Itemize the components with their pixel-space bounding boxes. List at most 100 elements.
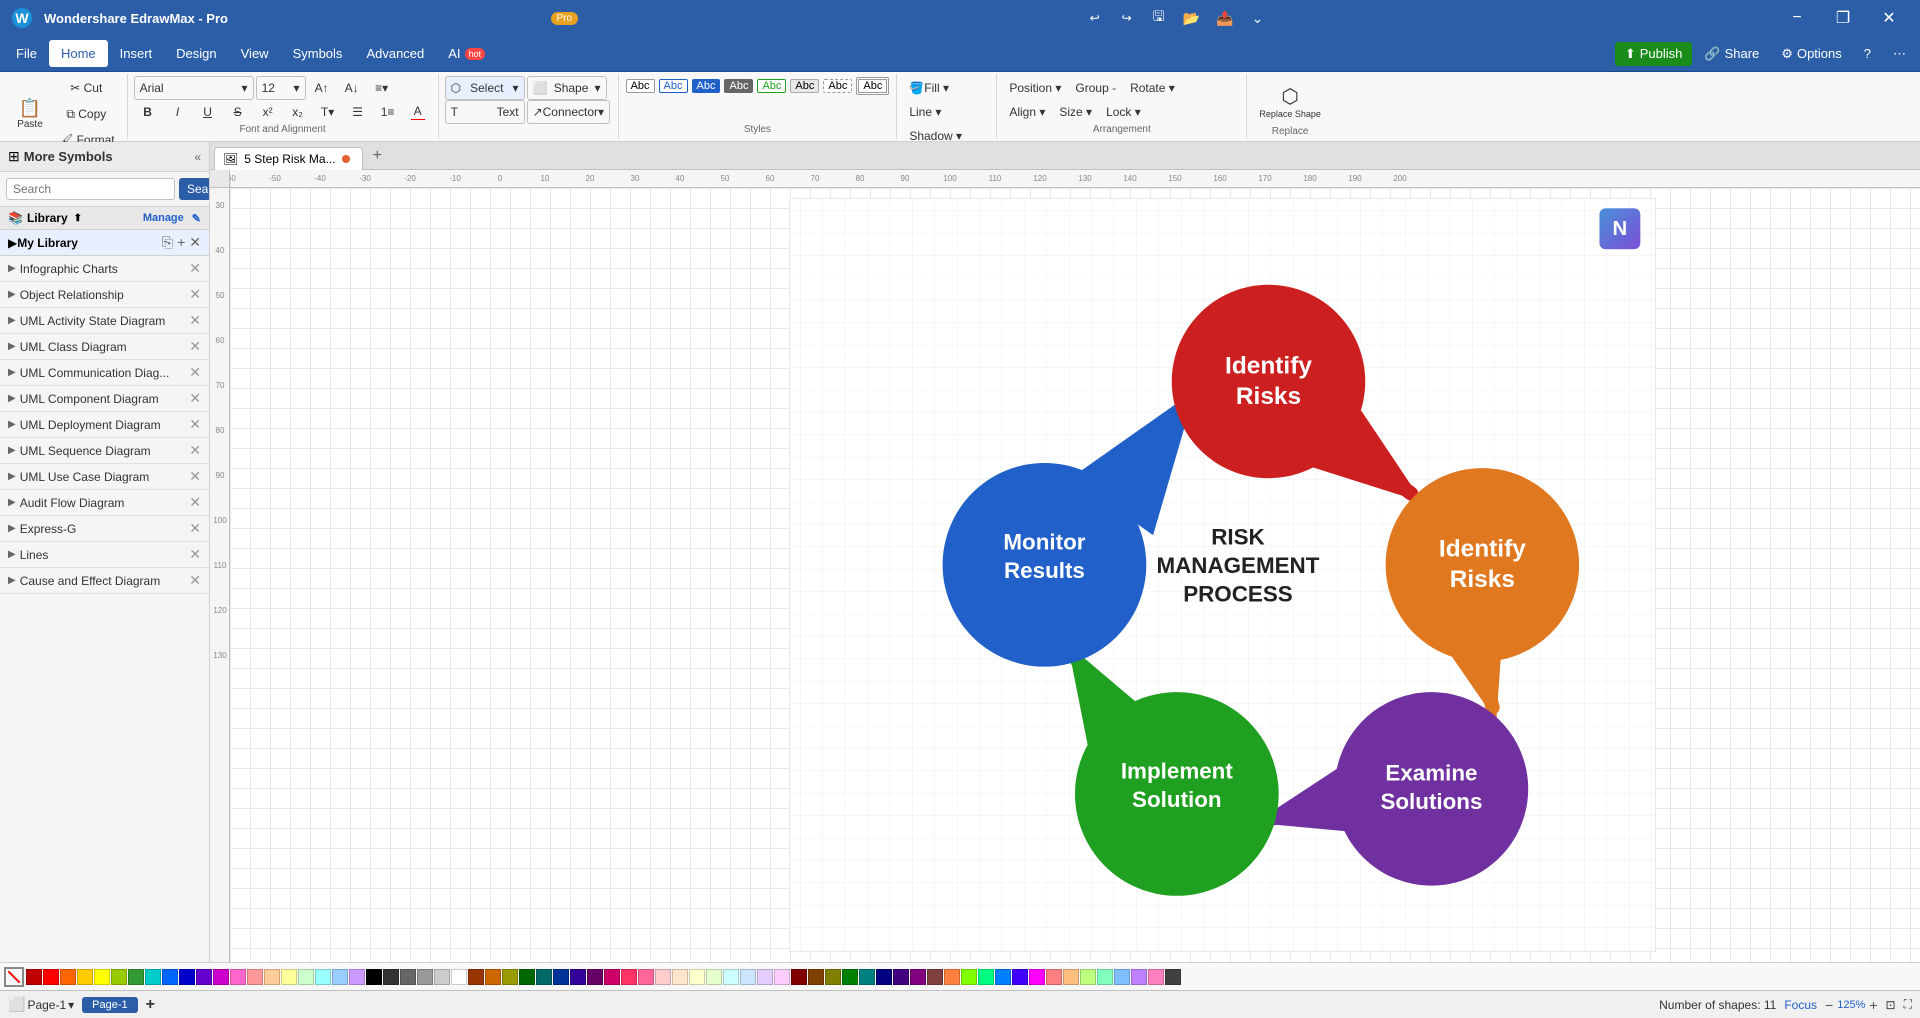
zoom-in-btn[interactable]: + <box>1869 997 1877 1013</box>
color-swatch[interactable] <box>264 969 280 985</box>
circle-identify-top[interactable] <box>1172 285 1366 479</box>
section-express-g[interactable]: ▶ Express-G ✕ <box>0 516 209 542</box>
color-swatch[interactable] <box>570 969 586 985</box>
save-btn[interactable]: 🖫 <box>1145 6 1173 30</box>
zoom-level[interactable]: 125% <box>1837 999 1865 1011</box>
my-library-close-icon[interactable]: ✕ <box>189 234 201 251</box>
page-tab-1[interactable]: Page-1 <box>82 997 137 1013</box>
my-library-expand-icon[interactable]: ⎘ <box>162 234 173 251</box>
fit-btn[interactable]: ⊡ <box>1886 998 1896 1012</box>
color-swatch[interactable] <box>434 969 450 985</box>
color-swatch[interactable] <box>672 969 688 985</box>
color-swatch[interactable] <box>910 969 926 985</box>
my-library-add-icon[interactable]: + <box>177 234 185 251</box>
color-swatch[interactable] <box>315 969 331 985</box>
section-uml-usecase[interactable]: ▶ UML Use Case Diagram ✕ <box>0 464 209 490</box>
size-btn[interactable]: Size ▾ <box>1053 100 1098 124</box>
select-btn[interactable]: ⬡ Select ▾ <box>445 76 525 100</box>
share-btn[interactable]: 🔗 Share <box>1694 42 1769 66</box>
color-swatch[interactable] <box>1148 969 1164 985</box>
color-swatch[interactable] <box>536 969 552 985</box>
menu-view[interactable]: View <box>229 40 281 67</box>
undo-btn[interactable]: ↩ <box>1081 6 1109 30</box>
color-swatch[interactable] <box>298 969 314 985</box>
color-swatch[interactable] <box>587 969 603 985</box>
color-swatch[interactable] <box>842 969 858 985</box>
color-swatch[interactable] <box>247 969 263 985</box>
style-2[interactable]: Abc <box>659 79 688 93</box>
color-swatch[interactable] <box>128 969 144 985</box>
color-swatch[interactable] <box>145 969 161 985</box>
line-btn[interactable]: Line ▾ <box>903 100 947 124</box>
font-family-select[interactable]: Arial ▾ <box>134 76 254 100</box>
color-swatch[interactable] <box>451 969 467 985</box>
style-1[interactable]: Abc <box>626 79 655 93</box>
text-style-btn[interactable]: T▾ <box>314 100 342 124</box>
more-btn[interactable]: ⌄ <box>1243 6 1271 30</box>
color-swatch[interactable] <box>485 969 501 985</box>
tab-main[interactable]: 🖼 5 Step Risk Ma... <box>214 147 363 170</box>
replace-shape-btn[interactable]: ⬡ Replace Shape <box>1253 76 1327 126</box>
strikethrough-btn[interactable]: S <box>224 100 252 124</box>
section-infographic-charts[interactable]: ▶ Infographic Charts ✕ <box>0 256 209 282</box>
close-uml-deploy-icon[interactable]: ✕ <box>189 416 201 433</box>
color-swatch[interactable] <box>111 969 127 985</box>
italic-btn[interactable]: I <box>164 100 192 124</box>
color-swatch[interactable] <box>604 969 620 985</box>
color-swatch[interactable] <box>808 969 824 985</box>
restore-btn[interactable]: ❐ <box>1820 0 1866 36</box>
section-uml-activity[interactable]: ▶ UML Activity State Diagram ✕ <box>0 308 209 334</box>
close-uml-comp-icon[interactable]: ✕ <box>189 390 201 407</box>
section-uml-component[interactable]: ▶ UML Component Diagram ✕ <box>0 386 209 412</box>
font-size-select[interactable]: 12 ▾ <box>256 76 306 100</box>
numbered-list-btn[interactable]: 1≡ <box>374 100 402 124</box>
color-swatch[interactable] <box>944 969 960 985</box>
color-swatch[interactable] <box>502 969 518 985</box>
color-swatch[interactable] <box>927 969 943 985</box>
close-uml-activity-icon[interactable]: ✕ <box>189 312 201 329</box>
color-swatch[interactable] <box>1165 969 1181 985</box>
font-increase-btn[interactable]: A↑ <box>308 76 336 100</box>
position-btn[interactable]: Position ▾ <box>1003 76 1067 100</box>
no-fill-btn[interactable] <box>4 967 24 987</box>
color-swatch[interactable] <box>995 969 1011 985</box>
color-swatch[interactable] <box>825 969 841 985</box>
circle-identify-right[interactable] <box>1386 468 1580 662</box>
color-swatch[interactable] <box>1131 969 1147 985</box>
color-swatch[interactable] <box>230 969 246 985</box>
color-swatch[interactable] <box>400 969 416 985</box>
sidebar-collapse-btn[interactable]: « <box>194 150 201 164</box>
section-object-relationship[interactable]: ▶ Object Relationship ✕ <box>0 282 209 308</box>
style-8[interactable]: Abc <box>856 77 889 95</box>
color-swatch[interactable] <box>740 969 756 985</box>
color-swatch[interactable] <box>723 969 739 985</box>
color-swatch[interactable] <box>1046 969 1062 985</box>
font-color-btn[interactable]: A <box>404 100 432 124</box>
menu-home[interactable]: Home <box>49 40 108 67</box>
color-swatch[interactable] <box>1080 969 1096 985</box>
color-swatch[interactable] <box>859 969 875 985</box>
font-decrease-btn[interactable]: A↓ <box>338 76 366 100</box>
section-uml-communication[interactable]: ▶ UML Communication Diag... ✕ <box>0 360 209 386</box>
color-swatch[interactable] <box>366 969 382 985</box>
my-library-row[interactable]: ▶ My Library ⎘ + ✕ <box>0 230 209 256</box>
close-infographic-icon[interactable]: ✕ <box>189 260 201 277</box>
color-swatch[interactable] <box>196 969 212 985</box>
fill-btn[interactable]: 🪣 Fill ▾ <box>903 76 955 100</box>
color-swatch[interactable] <box>689 969 705 985</box>
style-4[interactable]: Abc <box>724 79 753 93</box>
canvas[interactable]: RISK MANAGEMENT PROCESS <box>230 188 1920 962</box>
menu-design[interactable]: Design <box>164 40 228 67</box>
color-swatch[interactable] <box>1012 969 1028 985</box>
close-uml-comm-icon[interactable]: ✕ <box>189 364 201 381</box>
color-swatch[interactable] <box>26 969 42 985</box>
style-5[interactable]: Abc <box>757 79 786 93</box>
style-6[interactable]: Abc <box>790 79 819 93</box>
section-uml-class[interactable]: ▶ UML Class Diagram ✕ <box>0 334 209 360</box>
close-express-g-icon[interactable]: ✕ <box>189 520 201 537</box>
subscript-btn[interactable]: x₂ <box>284 100 312 124</box>
color-swatch[interactable] <box>1029 969 1045 985</box>
section-uml-deployment[interactable]: ▶ UML Deployment Diagram ✕ <box>0 412 209 438</box>
add-page-btn[interactable]: + <box>146 996 155 1014</box>
section-cause-effect[interactable]: ▶ Cause and Effect Diagram ✕ <box>0 568 209 594</box>
